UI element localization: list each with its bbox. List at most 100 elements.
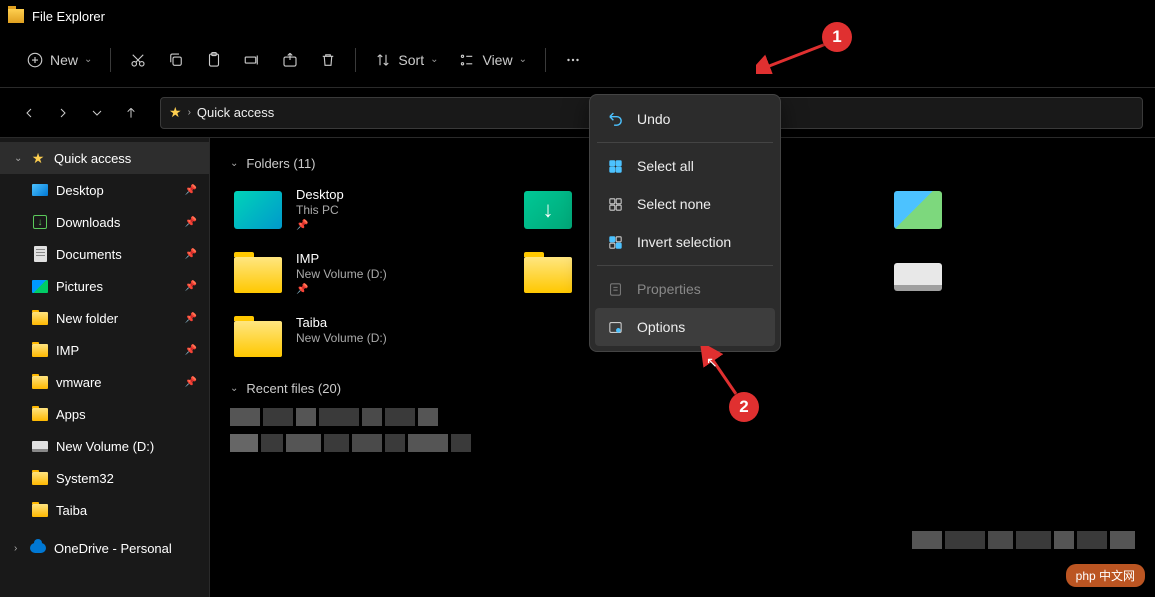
folder-item[interactable]: Desktop This PC 📌 <box>230 183 480 235</box>
separator <box>110 48 111 72</box>
sidebar-item[interactable]: Desktop📌 <box>0 174 209 206</box>
folder-item[interactable] <box>890 247 938 299</box>
folder-item[interactable] <box>520 183 560 235</box>
rename-button[interactable] <box>233 45 271 75</box>
menu-label: Select all <box>637 158 694 174</box>
undo-icon <box>605 109 625 129</box>
share-button[interactable] <box>271 45 309 75</box>
paste-button[interactable] <box>195 45 233 75</box>
folder-item[interactable] <box>520 247 560 299</box>
pic-icon <box>30 280 50 293</box>
menu-separator <box>597 142 773 143</box>
folder-item[interactable]: Taiba New Volume (D:) <box>230 311 480 361</box>
sidebar-item[interactable]: Documents📌 <box>0 238 209 270</box>
breadcrumb-separator: › <box>188 107 191 118</box>
sidebar-item[interactable]: IMP📌 <box>0 334 209 366</box>
new-label: New <box>50 52 78 68</box>
sidebar-label: Documents <box>56 247 122 262</box>
sidebar-label: New folder <box>56 311 118 326</box>
context-menu: Undo Select all Select none Invert selec… <box>589 94 781 352</box>
sidebar-label: IMP <box>56 343 79 358</box>
sidebar-item[interactable]: vmware📌 <box>0 366 209 398</box>
pin-icon: 📌 <box>185 313 197 324</box>
more-button[interactable] <box>554 45 592 75</box>
folder-icon <box>30 312 50 325</box>
sort-label: Sort <box>398 52 424 68</box>
back-button[interactable] <box>12 96 46 130</box>
section-label: Recent files (20) <box>246 381 341 396</box>
sidebar-onedrive[interactable]: › OneDrive - Personal <box>0 532 209 564</box>
sidebar-item[interactable]: Apps <box>0 398 209 430</box>
folder-icon <box>524 257 572 293</box>
folder-name: Taiba <box>296 315 387 330</box>
menu-label: Undo <box>637 111 670 127</box>
desktop-icon <box>30 184 50 196</box>
pin-icon: 📌 <box>296 284 387 295</box>
sidebar-label: vmware <box>56 375 102 390</box>
sidebar-item[interactable]: Pictures📌 <box>0 270 209 302</box>
section-recent[interactable]: ⌄ Recent files (20) <box>230 381 1135 396</box>
pin-icon: 📌 <box>185 185 197 196</box>
separator <box>355 48 356 72</box>
folder-info: Taiba New Volume (D:) <box>296 315 387 345</box>
drive-icon <box>30 441 50 452</box>
new-button[interactable]: New ⌄ <box>16 45 102 75</box>
menu-label: Select none <box>637 196 711 212</box>
sidebar-label: Pictures <box>56 279 103 294</box>
menu-options[interactable]: Options <box>595 308 775 346</box>
folder-location: New Volume (D:) <box>296 267 387 281</box>
sidebar-item[interactable]: New folder 📌 <box>0 302 209 334</box>
sort-button[interactable]: Sort ⌄ <box>364 45 448 75</box>
cursor-icon: ↖ <box>706 354 718 371</box>
expand-icon: › <box>14 543 28 554</box>
sidebar-item[interactable]: System32 <box>0 462 209 494</box>
invert-icon <box>605 232 625 252</box>
folder-icon <box>234 257 282 293</box>
drive-icon <box>894 263 942 291</box>
folder-icon <box>30 408 50 421</box>
pin-icon: 📌 <box>296 220 344 231</box>
options-icon <box>605 317 625 337</box>
menu-invert-selection[interactable]: Invert selection <box>595 223 775 261</box>
download-icon <box>524 191 572 229</box>
toolbar: New ⌄ Sort ⌄ View ⌄ <box>0 32 1155 88</box>
download-icon <box>30 215 50 229</box>
doc-icon <box>30 246 50 262</box>
expand-icon: ⌄ <box>230 158 238 169</box>
titlebar: File Explorer <box>0 0 1155 32</box>
sidebar-quick-access[interactable]: ⌄ ★ Quick access <box>0 142 209 174</box>
folder-name: IMP <box>296 251 387 266</box>
cut-button[interactable] <box>119 45 157 75</box>
desktop-icon <box>234 191 282 229</box>
folder-info: Desktop This PC 📌 <box>296 187 344 231</box>
folder-item[interactable]: IMP New Volume (D:) 📌 <box>230 247 480 299</box>
menu-separator <box>597 265 773 266</box>
delete-button[interactable] <box>309 45 347 75</box>
sidebar-item[interactable]: Downloads📌 <box>0 206 209 238</box>
folder-item[interactable] <box>890 183 938 235</box>
separator <box>545 48 546 72</box>
menu-undo[interactable]: Undo <box>595 100 775 138</box>
folder-icon <box>30 472 50 485</box>
sidebar-label: OneDrive - Personal <box>54 541 172 556</box>
view-button[interactable]: View ⌄ <box>448 45 536 75</box>
properties-icon <box>605 279 625 299</box>
recent-button[interactable] <box>80 96 114 130</box>
section-label: Folders (11) <box>246 156 315 171</box>
sidebar-item[interactable]: Taiba <box>0 494 209 526</box>
star-icon: ★ <box>169 104 182 121</box>
menu-select-all[interactable]: Select all <box>595 147 775 185</box>
sidebar-item[interactable]: New Volume (D:) <box>0 430 209 462</box>
folder-icon <box>30 376 50 389</box>
menu-select-none[interactable]: Select none <box>595 185 775 223</box>
chevron-down-icon: ⌄ <box>519 54 527 65</box>
folder-location: New Volume (D:) <box>296 331 387 345</box>
sidebar-label: Quick access <box>54 151 131 166</box>
copy-button[interactable] <box>157 45 195 75</box>
expand-icon: ⌄ <box>230 383 238 394</box>
forward-button[interactable] <box>46 96 80 130</box>
sidebar-label: System32 <box>56 471 114 486</box>
app-icon <box>8 9 24 23</box>
up-button[interactable] <box>114 96 148 130</box>
chevron-down-icon: ⌄ <box>84 54 92 65</box>
